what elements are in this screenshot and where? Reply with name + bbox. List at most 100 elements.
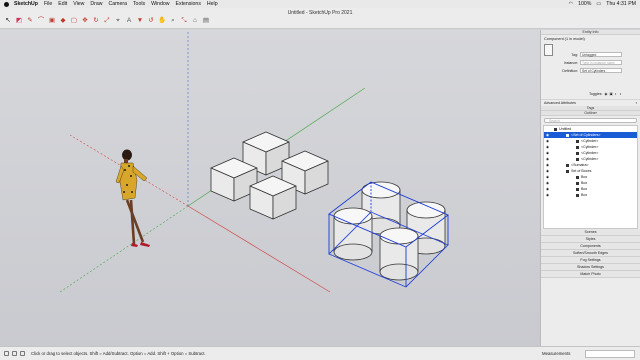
shapes-tool[interactable]: ▣	[48, 17, 56, 26]
collapsed-panel-header[interactable]: Components	[541, 243, 640, 250]
menu-view[interactable]: View	[73, 1, 84, 7]
measurements-label: Measurements	[542, 351, 571, 356]
menu-tools[interactable]: Tools	[133, 1, 145, 7]
3d-viewport[interactable]	[0, 30, 540, 346]
menu-extras: ◠ 100% ▭ Thu 4:31 PM	[569, 1, 636, 7]
window-title-bar: Untitled - SketchUp Pro 2021 ↖ ◩ ✎ ⌒ ▣ ◆ ▢ ✥ ↻ ⤢ ⌖…	[0, 8, 640, 29]
default-tray: Entity Info Component (1 in model) Tag: …	[540, 30, 640, 346]
scale-tool[interactable]: ⤢	[103, 17, 111, 26]
extension-warehouse-tool[interactable]: ▤	[202, 17, 210, 26]
collapsed-panel-header[interactable]: Soften/Smooth Edges	[541, 250, 640, 257]
collapsed-panel-header[interactable]: Shadow Settings	[541, 264, 640, 271]
instance-field[interactable]: Type in instance name	[580, 60, 622, 65]
collapsed-panel-header[interactable]: Fog Settings	[541, 257, 640, 264]
status-hint: Click or drag to select objects. Shift =…	[31, 351, 206, 356]
battery-icon[interactable]: ▭	[596, 1, 601, 7]
collapsed-panel-header[interactable]: Scenes	[541, 229, 640, 236]
main-toolbar: ↖ ◩ ✎ ⌒ ▣ ◆ ▢ ✥ ↻ ⤢ ⌖ A ▼ ↺ ✋ ⌕ ⤡ ⌂ ▤	[4, 17, 210, 26]
window-title: Untitled - SketchUp Pro 2021	[287, 10, 353, 16]
warehouse-tool[interactable]: ⌂	[191, 17, 199, 26]
red-axis	[187, 205, 331, 293]
component-icon	[554, 127, 557, 131]
status-icons	[4, 351, 25, 356]
component-icon	[566, 163, 569, 167]
menu-edit[interactable]: Edit	[58, 1, 67, 7]
cylinder-left	[333, 207, 373, 261]
menu-draw[interactable]: Draw	[90, 1, 102, 7]
component-icon	[566, 169, 569, 173]
definition-row: Definition: Set of Cylinders	[558, 68, 622, 73]
component-icon	[576, 157, 579, 161]
move-tool[interactable]: ✥	[81, 17, 89, 26]
menu-extensions[interactable]: Extensions	[176, 1, 201, 7]
arc-tool[interactable]: ⌒	[37, 17, 45, 26]
outliner-search-placeholder: Search	[549, 119, 560, 123]
rotate-tool[interactable]: ↻	[92, 17, 100, 26]
menu-help[interactable]: Help	[207, 1, 218, 7]
select-tool[interactable]: ↖	[4, 17, 12, 26]
collapsed-panel-header[interactable]: Styles	[541, 236, 640, 243]
advanced-attributes[interactable]: Advanced Attributes ▪	[541, 99, 640, 106]
cylinder-front	[379, 227, 419, 281]
lock-icon: ▪	[635, 101, 637, 105]
menu-app-name[interactable]: SketchUp	[14, 1, 38, 7]
component-icon	[576, 145, 579, 149]
collapsed-panels: Scenes Styles Components Soften/Smooth Edge…	[541, 229, 640, 278]
battery-percent: 100%	[578, 1, 592, 7]
advanced-attributes-label: Advanced Attributes	[544, 101, 576, 105]
toggles-label: Toggles:	[589, 92, 603, 96]
offset-tool[interactable]: ▢	[70, 17, 78, 26]
scene-drawing	[59, 30, 449, 293]
lock-toggle-icon[interactable]: ▣	[610, 92, 613, 96]
tape-measure-tool[interactable]: ⌖	[114, 17, 122, 26]
visibility-toggle-icon[interactable]: ◉	[604, 92, 607, 96]
eraser-tool[interactable]: ◩	[15, 17, 23, 26]
tag-dropdown[interactable]: Untagged	[580, 52, 622, 57]
credits-icon[interactable]	[12, 351, 17, 356]
measurements-input[interactable]	[585, 349, 635, 358]
paint-bucket-tool[interactable]: ▼	[136, 17, 144, 26]
collapsed-panel-header[interactable]: Match Photo	[541, 271, 640, 278]
scale-figure-sumaira	[115, 149, 150, 247]
tag-label: Tag:	[571, 52, 578, 57]
wifi-icon[interactable]: ◠	[569, 1, 574, 7]
menu-window[interactable]: Window	[151, 1, 169, 7]
menu-file[interactable]: File	[44, 1, 52, 7]
component-icon	[576, 187, 579, 191]
component-icon	[576, 139, 579, 143]
apple-icon[interactable]	[4, 1, 9, 7]
push-pull-tool[interactable]: ◆	[59, 17, 67, 26]
component-icon	[576, 151, 579, 155]
zoom-extents-tool[interactable]: ⤡	[180, 17, 188, 26]
definition-field[interactable]: Set of Cylinders	[580, 68, 622, 73]
clock[interactable]: Thu 4:31 PM	[606, 1, 636, 7]
user-icon[interactable]	[20, 351, 25, 356]
entity-info-panel: Component (1 in model) Tag: Untagged Ins…	[541, 35, 640, 99]
status-bar: Click or drag to select objects. Shift =…	[0, 346, 640, 360]
menu-camera[interactable]: Camera	[109, 1, 127, 7]
pan-tool[interactable]: ✋	[158, 17, 166, 26]
instance-label: Instance:	[563, 60, 578, 65]
outliner-row[interactable]: ◉ Box	[544, 192, 637, 198]
shadow-cast-toggle-icon[interactable]: ◐	[615, 92, 617, 96]
macos-menu-bar: SketchUp File Edit View Draw Camera Tool…	[0, 0, 640, 8]
outliner-search-input[interactable]: Search	[544, 118, 637, 123]
geo-location-icon[interactable]	[4, 351, 9, 356]
tag-row: Tag: Untagged	[558, 52, 622, 57]
zoom-tool[interactable]: ⌕	[169, 17, 177, 26]
component-icon	[566, 133, 569, 137]
component-icon	[576, 175, 579, 179]
instance-row: Instance: Type in instance name	[558, 60, 622, 65]
set-of-boxes	[210, 131, 329, 220]
toggles-row: Toggles: ◉ ▣ ◐ ◑	[589, 92, 621, 96]
orbit-tool[interactable]: ↺	[147, 17, 155, 26]
definition-label: Definition:	[562, 68, 578, 73]
component-icon	[576, 181, 579, 185]
shadow-receive-toggle-icon[interactable]: ◑	[619, 92, 621, 96]
text-tool[interactable]: A	[125, 17, 133, 26]
outliner-header[interactable]: Outliner	[541, 111, 640, 116]
outliner-tree: Untitled ◉ <Set of Cylinders> ◉ <Cylinder> ◉ <…	[543, 125, 638, 229]
component-icon	[576, 193, 579, 197]
eye-icon[interactable]: ◉	[546, 192, 549, 198]
line-tool[interactable]: ✎	[26, 17, 34, 26]
